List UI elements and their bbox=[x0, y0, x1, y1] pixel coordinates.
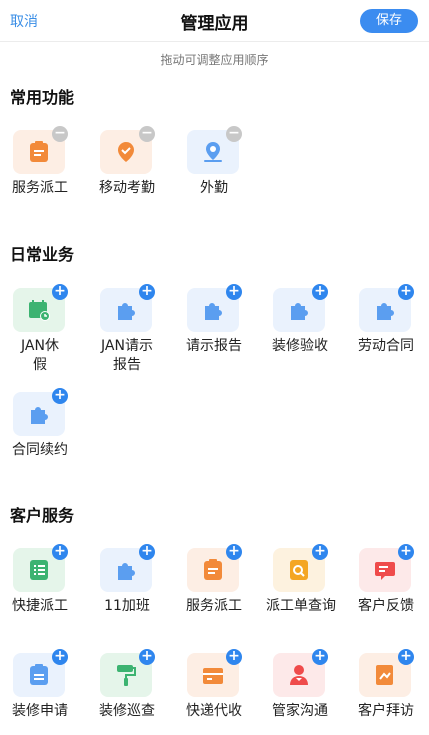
add-app-button[interactable]: + bbox=[398, 544, 414, 560]
app-label: 管家沟通 bbox=[272, 703, 328, 719]
drag-hint: 拖动可调整应用顺序 bbox=[160, 53, 269, 67]
add-app-button[interactable]: + bbox=[139, 544, 155, 560]
add-app-button[interactable]: + bbox=[312, 544, 328, 560]
add-app-button[interactable]: + bbox=[139, 284, 155, 300]
add-app-button[interactable]: + bbox=[312, 284, 328, 300]
app-label: 11加班 bbox=[104, 598, 150, 614]
add-app-button[interactable]: + bbox=[52, 649, 68, 665]
app-label: 合同续约 bbox=[12, 442, 68, 458]
add-app-button[interactable]: + bbox=[52, 388, 68, 404]
remove-app-button[interactable]: − bbox=[226, 126, 242, 142]
app-label: JAN休假 bbox=[21, 338, 59, 373]
add-app-button[interactable]: + bbox=[226, 544, 242, 560]
remove-app-button[interactable]: − bbox=[139, 126, 155, 142]
app-label: 外勤 bbox=[200, 180, 228, 196]
app-label: 快捷派工 bbox=[12, 598, 68, 614]
app-label: 服务派工 bbox=[186, 598, 242, 614]
remove-app-button[interactable]: − bbox=[52, 126, 68, 142]
add-app-button[interactable]: + bbox=[398, 284, 414, 300]
add-app-button[interactable]: + bbox=[52, 284, 68, 300]
app-label: 客户拜访 bbox=[358, 703, 414, 719]
section-title-customer: 客户服务 bbox=[10, 506, 75, 525]
add-app-button[interactable]: + bbox=[52, 544, 68, 560]
app-label: 快递代收 bbox=[186, 703, 242, 719]
add-app-button[interactable]: + bbox=[226, 649, 242, 665]
save-button[interactable]: 保存 bbox=[360, 9, 418, 33]
app-label: 派工单查询 bbox=[266, 598, 336, 614]
section-title-common: 常用功能 bbox=[10, 88, 75, 107]
app-label: 装修巡查 bbox=[99, 703, 155, 719]
top-bar: 取消 管理应用 保存 bbox=[0, 0, 429, 42]
add-app-button[interactable]: + bbox=[139, 649, 155, 665]
app-label: 请示报告 bbox=[186, 338, 242, 354]
add-app-button[interactable]: + bbox=[312, 649, 328, 665]
app-label: JAN请示报告 bbox=[101, 338, 153, 373]
add-app-button[interactable]: + bbox=[226, 284, 242, 300]
app-label: 装修申请 bbox=[12, 703, 68, 719]
app-label: 客户反馈 bbox=[358, 598, 414, 614]
app-label: 服务派工 bbox=[12, 180, 68, 196]
add-app-button[interactable]: + bbox=[398, 649, 414, 665]
app-label: 装修验收 bbox=[272, 338, 328, 354]
app-label: 劳动合同 bbox=[358, 338, 414, 354]
app-label: 移动考勤 bbox=[99, 180, 155, 196]
section-title-daily: 日常业务 bbox=[10, 245, 75, 264]
